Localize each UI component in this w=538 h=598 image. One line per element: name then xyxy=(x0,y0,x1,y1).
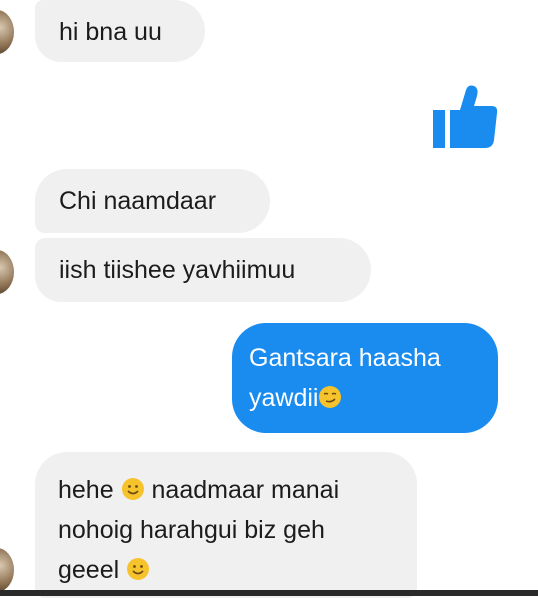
incoming-message-bubble[interactable]: hi bna uu xyxy=(35,0,205,62)
message-text-line: nohoig harahgui biz geh xyxy=(58,516,325,544)
message-text-line: Gantsara haasha xyxy=(249,344,441,372)
incoming-message-bubble[interactable]: hehe naadmaar manai nohoig harahgui biz … xyxy=(35,452,417,598)
smirking-face-icon xyxy=(319,386,342,408)
message-text-line: yawdii xyxy=(249,378,498,418)
sender-avatar[interactable] xyxy=(0,250,14,294)
message-text-line: hehe naadmaar manai xyxy=(58,476,340,504)
message-text: hi bna uu xyxy=(59,18,162,46)
sender-avatar[interactable] xyxy=(0,10,14,54)
chat-thread: hi bna uu Chi naamdaar iish tiishee yavh… xyxy=(0,0,538,598)
slightly-smiling-face-icon xyxy=(121,478,144,500)
thumbs-up-icon xyxy=(433,85,498,148)
sender-avatar[interactable] xyxy=(0,548,14,592)
outgoing-message-bubble[interactable]: Gantsara haasha yawdii xyxy=(232,323,498,433)
bottom-divider xyxy=(0,590,538,596)
slightly-smiling-face-icon xyxy=(127,558,150,580)
message-text: iish tiishee yavhiimuu xyxy=(59,256,296,284)
message-text: Chi naamdaar xyxy=(59,187,217,215)
message-text-line: geeel xyxy=(58,550,417,590)
incoming-message-bubble[interactable]: iish tiishee yavhiimuu xyxy=(35,238,371,302)
incoming-message-bubble[interactable]: Chi naamdaar xyxy=(35,169,270,233)
